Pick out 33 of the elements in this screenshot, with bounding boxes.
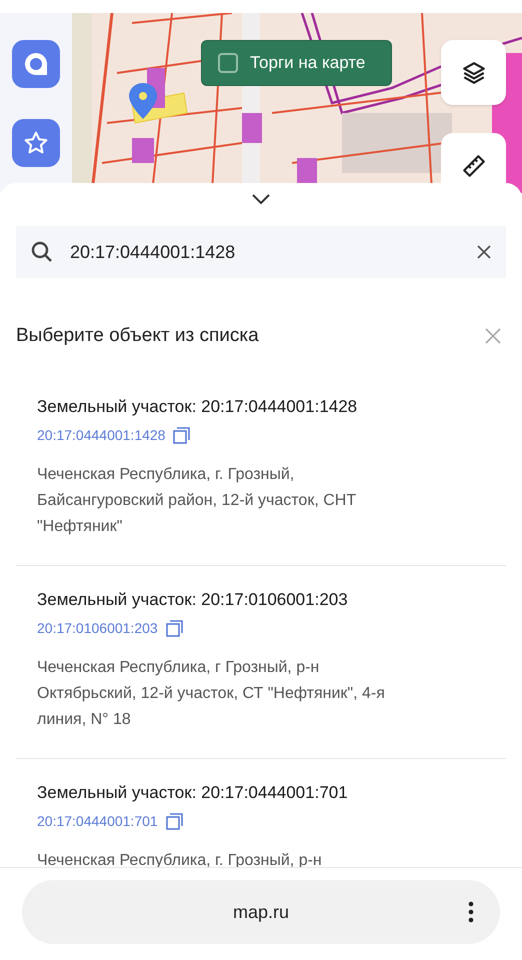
object-title[interactable]: Земельный участок: 20:17:0444001:1428: [37, 394, 486, 418]
location-pin-icon: [128, 82, 158, 120]
search-field[interactable]: 20:17:0444001:1428: [16, 226, 506, 278]
auction-toggle-button[interactable]: Торги на карте: [201, 40, 392, 86]
object-title[interactable]: Земельный участок: 20:17:0106001:203: [37, 588, 486, 612]
layers-button[interactable]: [441, 40, 506, 105]
search-input[interactable]: 20:17:0444001:1428: [70, 238, 460, 266]
address-text: Чеченская Республика, г. Грозный, Байсангуровский район, 12-й участок, СНТ "Нефтяник": [37, 464, 358, 536]
cadastral-number-link[interactable]: 20:17:0106001:203: [37, 618, 158, 638]
address-bar[interactable]: map.ru: [22, 880, 500, 944]
cadastral-number-link[interactable]: 20:17:0444001:701: [37, 810, 158, 832]
copy-icon[interactable]: [173, 426, 190, 444]
clear-icon[interactable]: [476, 244, 492, 260]
list-title: Выберите объект из списка: [16, 324, 259, 348]
ruler-button[interactable]: [441, 133, 506, 183]
layers-icon: [460, 60, 486, 86]
url-text: map.ru: [232, 900, 290, 924]
copy-icon[interactable]: [166, 620, 183, 636]
object-title[interactable]: Земельный участок: 20:17:0444001:701: [37, 780, 486, 804]
close-icon[interactable]: [484, 327, 502, 346]
more-options-icon[interactable]: [468, 901, 474, 923]
ruler-icon: [460, 153, 486, 179]
chat-bubble-icon: [22, 50, 50, 78]
chevron-down-icon[interactable]: [251, 193, 271, 205]
app-button[interactable]: [12, 40, 60, 88]
search-icon: [30, 240, 54, 264]
address-text: Чеченская Республика, г Грозный, р-н Октябрьский, 12-й участок, СТ "Нефтяник", 4-я линия, N° 18: [37, 658, 386, 730]
address-text: Чеченская Республика, г. Грозный, р-н: [37, 850, 323, 870]
checkbox[interactable]: [218, 53, 238, 73]
cadastral-number-link[interactable]: 20:17:0444001:1428: [37, 424, 166, 446]
copy-icon[interactable]: [166, 812, 183, 830]
favorites-button[interactable]: [12, 119, 60, 167]
star-icon: [23, 130, 49, 156]
